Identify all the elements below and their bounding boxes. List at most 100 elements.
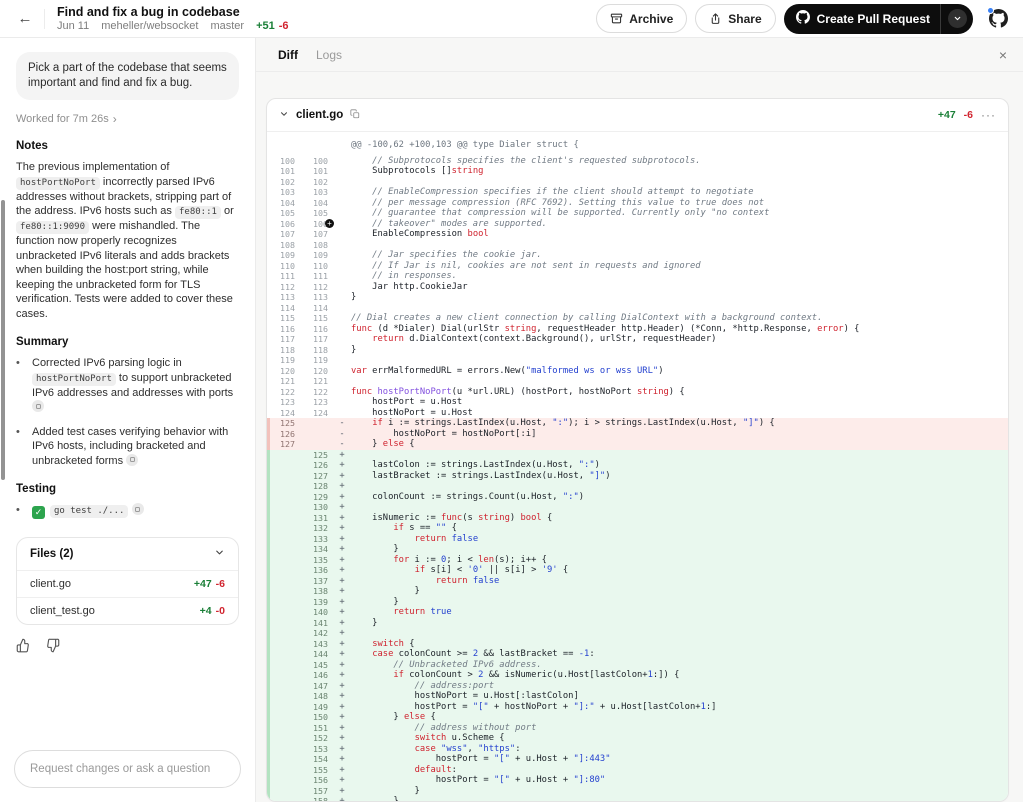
github-sync-button[interactable]: [987, 8, 1009, 30]
diff-row: 139+ }: [267, 597, 1008, 608]
new-line-number: [300, 439, 333, 450]
diff-sign: +: [333, 670, 351, 681]
diff-row: 147+ // address:port: [267, 681, 1008, 692]
diff-sign: [333, 355, 351, 366]
code-line: // If Jar is nil, cookies are not sent i…: [351, 261, 1008, 272]
new-line-number: 117: [300, 334, 333, 345]
old-line-number: 113: [267, 292, 300, 303]
old-line-number: 117: [267, 334, 300, 345]
old-line-number: 127: [267, 439, 300, 450]
files-card-header[interactable]: Files (2): [17, 538, 238, 570]
new-line-number: 116: [300, 324, 333, 335]
bullet: •: [16, 356, 24, 415]
code-line: // address:port: [351, 681, 1008, 692]
diff-sign: [333, 187, 351, 198]
create-pr-label: Create Pull Request: [817, 12, 930, 26]
diff-row: 151+ // address without port: [267, 723, 1008, 734]
files-list: client.go+47-6client_test.go+4-0: [17, 570, 238, 624]
archive-button[interactable]: Archive: [596, 4, 687, 33]
new-line-number: 142: [300, 628, 333, 639]
diff-sign: [333, 313, 351, 324]
new-line-number: 156: [300, 775, 333, 786]
code-line: [351, 481, 1008, 492]
code-line: }: [351, 586, 1008, 597]
diff-hunk-row: @@ -100,62 +100,103 @@ type Dialer struc…: [267, 136, 1008, 156]
new-line-number: 147: [300, 681, 333, 692]
tab-diff[interactable]: Diff: [278, 48, 298, 62]
list-item: •Added test cases verifying behavior wit…: [16, 425, 239, 469]
sidebar: Pick a part of the codebase that seems i…: [0, 38, 256, 802]
new-line-number: 111: [300, 271, 333, 282]
diff-sign: +: [333, 796, 351, 802]
code-line: } else {: [351, 439, 1008, 450]
code-line: }: [351, 345, 1008, 356]
back-button[interactable]: ←: [12, 6, 38, 32]
new-line-number: 146: [300, 670, 333, 681]
notes-heading: Notes: [16, 140, 239, 152]
diff-sign: +: [333, 628, 351, 639]
code-line: // EnableCompression specifies if the cl…: [351, 187, 1008, 198]
thumbs-down-button[interactable]: [45, 638, 60, 658]
thumbs-up-button[interactable]: [16, 638, 31, 658]
list-item-text: Added test cases verifying behavior with…: [32, 425, 239, 469]
citation-icon[interactable]: [132, 503, 144, 515]
diff-sign: +: [333, 733, 351, 744]
sidebar-scrollbar[interactable]: [1, 200, 5, 480]
new-line-number: 114: [300, 303, 333, 314]
new-line-number: 157: [300, 786, 333, 797]
add-comment-marker[interactable]: +: [325, 219, 334, 228]
old-line-number: [267, 565, 300, 576]
new-line-number: 112: [300, 282, 333, 293]
new-line-number: 137: [300, 576, 333, 587]
diff-sign: [333, 282, 351, 293]
diff-sign: [333, 198, 351, 209]
diff-row: 143+ switch {: [267, 639, 1008, 650]
new-line-number: 136: [300, 565, 333, 576]
divider: [44, 9, 45, 29]
copy-icon[interactable]: [350, 106, 360, 124]
create-pr-dropdown[interactable]: [941, 4, 973, 34]
old-line-number: [267, 628, 300, 639]
old-line-number: 126: [267, 429, 300, 440]
share-button[interactable]: Share: [695, 4, 775, 33]
old-line-number: 108: [267, 240, 300, 251]
archive-label: Archive: [629, 12, 673, 26]
chevron-right-icon: ›: [113, 113, 117, 125]
diff-sign: +: [333, 450, 351, 461]
diff-sign: [333, 166, 351, 177]
old-line-number: [267, 660, 300, 671]
create-pull-request-button[interactable]: Create Pull Request: [784, 4, 973, 34]
diff-row: 158+ }: [267, 796, 1008, 802]
new-line-number: 152: [300, 733, 333, 744]
text: were mishandled. The function now proper…: [16, 220, 233, 320]
diff-row: 155+ default:: [267, 765, 1008, 776]
diff-sign: -: [333, 418, 351, 429]
close-icon[interactable]: ×: [999, 47, 1007, 63]
old-line-number: 120: [267, 366, 300, 377]
diff-row: 145+ // Unbracketed IPv6 address.: [267, 660, 1008, 671]
more-options-button[interactable]: ···: [981, 108, 996, 122]
diff-row: 132+ if s == "" {: [267, 523, 1008, 534]
diff-row: 122122func hostPortNoPort(u *url.URL) (h…: [267, 387, 1008, 398]
code-line: hostPort = "[" + u.Host + "]:80": [351, 775, 1008, 786]
task-title-block: Find and fix a bug in codebase Jun 11 me…: [57, 5, 289, 32]
diff-sign: +: [333, 660, 351, 671]
diff-sign: +: [333, 712, 351, 723]
file-row[interactable]: client.go+47-6: [17, 570, 238, 597]
citation-icon[interactable]: [32, 400, 44, 412]
new-line-number: 134: [300, 544, 333, 555]
old-line-number: [267, 775, 300, 786]
chevron-down-icon[interactable]: [279, 106, 289, 124]
file-row[interactable]: client_test.go+4-0: [17, 597, 238, 624]
summary-heading: Summary: [16, 336, 239, 348]
diff-sign: +: [333, 639, 351, 650]
ask-question-input[interactable]: [14, 750, 241, 788]
tab-logs[interactable]: Logs: [316, 48, 342, 62]
diff-sign: +: [333, 471, 351, 482]
main-panel: Diff Logs × client.go +47 -6 ··· @@ -100…: [256, 38, 1023, 802]
bullet: •: [16, 503, 24, 519]
worked-duration-toggle[interactable]: Worked for 7m 26s ›: [16, 113, 239, 125]
citation-icon[interactable]: [126, 454, 138, 466]
old-line-number: 125: [267, 418, 300, 429]
diff-row: 121121: [267, 376, 1008, 387]
